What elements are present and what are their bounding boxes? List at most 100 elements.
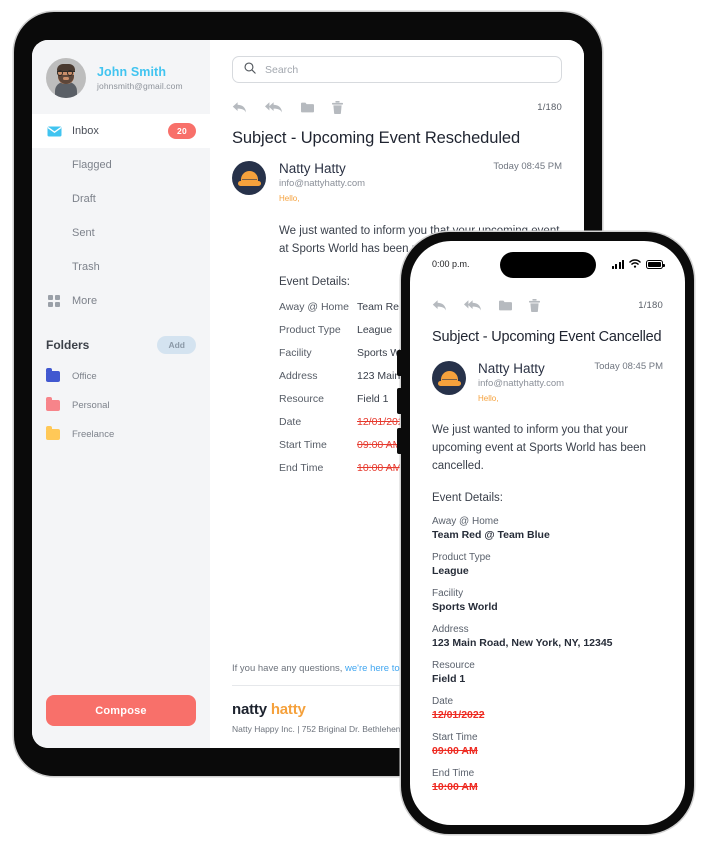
sender-row: Natty Hatty info@nattyhatty.com Hello, T… bbox=[232, 161, 562, 203]
sidebar-item-label: Inbox bbox=[72, 125, 99, 137]
event-details-label: Event Details: bbox=[432, 492, 503, 505]
envelope-icon bbox=[46, 126, 62, 137]
event-value: League bbox=[357, 323, 393, 336]
list-item: Start Time 09:00 AM bbox=[432, 732, 663, 757]
trash-icon[interactable] bbox=[529, 298, 540, 312]
event-value: League bbox=[432, 565, 469, 578]
brand-second: hatty bbox=[270, 701, 306, 718]
list-item: Date 12/01/2022 bbox=[432, 696, 663, 721]
event-key: Away @ Home bbox=[432, 516, 499, 528]
email-subject: Subject - Upcoming Event Cancelled bbox=[432, 329, 662, 345]
brand-first: natty bbox=[232, 701, 267, 718]
email-subject: Subject - Upcoming Event Rescheduled bbox=[232, 129, 521, 147]
add-folder-button[interactable]: Add bbox=[157, 336, 196, 354]
reply-all-icon[interactable] bbox=[464, 299, 482, 312]
event-key: Start Time bbox=[432, 732, 478, 744]
event-value: Field 1 bbox=[357, 392, 389, 405]
search-placeholder: Search bbox=[265, 63, 299, 76]
trash-icon[interactable] bbox=[332, 100, 343, 114]
event-key: Product Type bbox=[279, 323, 341, 336]
profile-name: John Smith bbox=[97, 65, 167, 79]
sidebar-item-more[interactable]: More bbox=[32, 284, 210, 318]
folder-label: Office bbox=[72, 371, 97, 382]
event-value: Sports World bbox=[432, 601, 498, 614]
event-key: Address bbox=[279, 369, 318, 382]
folder-item-freelance[interactable]: Freelance bbox=[32, 420, 210, 449]
sender-name: Natty Hatty bbox=[279, 161, 346, 176]
event-value: Team Red @ Team Blue bbox=[432, 529, 550, 542]
event-key: End Time bbox=[432, 768, 475, 780]
event-key: Product Type bbox=[432, 552, 491, 564]
email-toolbar: 1/180 bbox=[232, 98, 562, 116]
status-bar: 0:00 p.m. bbox=[410, 241, 685, 287]
page-counter: 1/180 bbox=[638, 299, 663, 311]
sidebar-item-label: Flagged bbox=[72, 159, 112, 171]
search-input[interactable]: Search bbox=[232, 56, 562, 83]
event-value: Field 1 bbox=[432, 673, 466, 686]
sender-avatar-cap-icon bbox=[232, 161, 266, 195]
user-avatar-photo bbox=[46, 58, 86, 98]
list-item: Address 123 Main Road, New York, NY, 123… bbox=[432, 624, 663, 649]
event-key: Address bbox=[432, 624, 469, 636]
sidebar-item-label: More bbox=[72, 295, 98, 307]
phone-screen: 0:00 p.m. 1/180 Subject - Upcoming Event… bbox=[410, 241, 685, 825]
phone-email-toolbar: 1/180 bbox=[432, 296, 663, 314]
list-item: Away @ Home Team Red @ Team Blue bbox=[432, 516, 663, 541]
event-key: Start Time bbox=[279, 438, 327, 451]
sidebar-item-draft[interactable]: Draft bbox=[32, 182, 210, 216]
volume-button[interactable] bbox=[397, 428, 401, 454]
footnote: If you have any questions, we're here to… bbox=[232, 663, 420, 674]
event-key: End Time bbox=[279, 461, 324, 474]
phone-device-frame: 0:00 p.m. 1/180 Subject - Upcoming Event… bbox=[397, 232, 694, 834]
sidebar-nav: Inbox 20 Flagged Draft Sent Trash More bbox=[32, 114, 210, 318]
folder-icon[interactable] bbox=[499, 300, 512, 311]
email-greeting: Hello, bbox=[478, 394, 499, 403]
reply-all-icon[interactable] bbox=[265, 101, 283, 114]
sidebar-item-inbox[interactable]: Inbox 20 bbox=[32, 114, 210, 148]
event-value: 10:00 AM bbox=[357, 461, 402, 474]
email-timestamp: Today 08:45 PM bbox=[493, 161, 562, 172]
sender-email: info@nattyhatty.com bbox=[478, 378, 565, 389]
sender-name: Natty Hatty bbox=[478, 361, 545, 376]
event-key: Resource bbox=[432, 660, 475, 672]
event-details-list: Away @ Home Team Red @ Team Blue Product… bbox=[432, 516, 663, 793]
folder-icon bbox=[46, 368, 60, 382]
reply-icon[interactable] bbox=[232, 101, 247, 114]
reply-icon[interactable] bbox=[432, 299, 447, 312]
event-value: 123 Main Road, New York, NY, 12345 bbox=[432, 637, 613, 650]
signal-bars-icon bbox=[611, 259, 624, 269]
profile-block[interactable]: John Smith johnsmith@gmail.com bbox=[32, 40, 210, 114]
folder-icon[interactable] bbox=[301, 102, 314, 113]
sidebar-item-label: Trash bbox=[72, 261, 100, 273]
sidebar-item-flagged[interactable]: Flagged bbox=[32, 148, 210, 182]
list-item: Resource Field 1 bbox=[432, 660, 663, 685]
sidebar-item-trash[interactable]: Trash bbox=[32, 250, 210, 284]
event-key: Resource bbox=[279, 392, 324, 405]
list-item: Product Type League bbox=[432, 552, 663, 577]
footnote-text: If you have any questions, bbox=[232, 663, 346, 674]
event-key: Away @ Home bbox=[279, 300, 349, 313]
event-key: Date bbox=[279, 415, 302, 428]
grid-icon bbox=[46, 295, 62, 307]
list-item: Facility Sports World bbox=[432, 588, 663, 613]
email-body: We just wanted to inform you that your u… bbox=[432, 424, 646, 472]
event-key: Facility bbox=[432, 588, 464, 600]
folders-title: Folders bbox=[46, 338, 90, 352]
event-value: 09:00 AM bbox=[432, 745, 478, 758]
sidebar-item-sent[interactable]: Sent bbox=[32, 216, 210, 250]
footer-address: Natty Happy Inc. | 752 Briginal Dr. Beth… bbox=[232, 724, 419, 734]
event-value: 12/01/2022 bbox=[432, 709, 485, 722]
folders-header: Folders Add bbox=[32, 318, 210, 362]
folder-item-office[interactable]: Office bbox=[32, 362, 210, 391]
email-greeting: Hello, bbox=[279, 194, 300, 203]
sidebar-item-label: Sent bbox=[72, 227, 95, 239]
compose-button[interactable]: Compose bbox=[46, 695, 196, 726]
sender-avatar-cap-icon bbox=[432, 361, 466, 395]
battery-icon bbox=[646, 259, 665, 269]
event-value: 09:00 AM bbox=[357, 438, 402, 451]
phone-email-pane: 1/180 Subject - Upcoming Event Cancelled… bbox=[410, 296, 685, 825]
page-counter: 1/180 bbox=[537, 101, 562, 113]
folder-item-personal[interactable]: Personal bbox=[32, 391, 210, 420]
sidebar-item-label: Draft bbox=[72, 193, 96, 205]
list-item: End Time 10:00 AM bbox=[432, 768, 663, 793]
